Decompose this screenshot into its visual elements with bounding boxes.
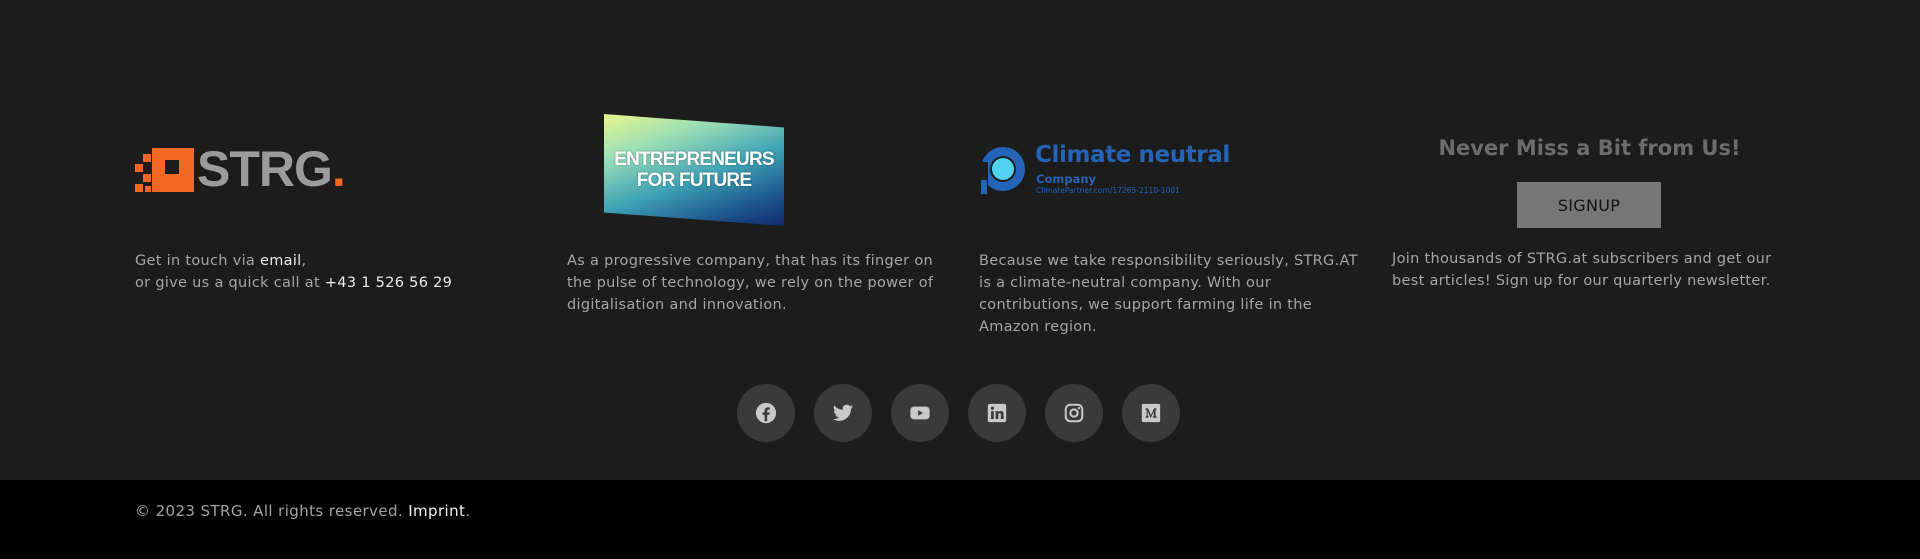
contact-line1-prefix: Get in touch via xyxy=(135,253,261,269)
facebook-icon xyxy=(755,402,777,424)
instagram-icon xyxy=(1064,403,1084,423)
imprint-link[interactable]: Imprint xyxy=(408,502,465,520)
climate-neutral-icon xyxy=(978,147,1025,196)
phone-link[interactable]: +43 1 526 56 29 xyxy=(325,275,452,291)
medium-link[interactable] xyxy=(1122,384,1180,442)
copyright-label: © 2023 STRG. All rights reserved. xyxy=(135,502,409,520)
youtube-link[interactable] xyxy=(891,384,949,442)
climate-neutral-url: ClimatePartner.com/17265-2110-1001 xyxy=(1036,186,1180,195)
youtube-icon xyxy=(910,406,930,420)
copyright-suffix: . xyxy=(465,502,471,520)
social-links xyxy=(737,384,1180,442)
e4f-line1: ENTREPRENEURS xyxy=(614,149,774,170)
facebook-link[interactable] xyxy=(737,384,795,442)
medium-icon xyxy=(1141,403,1161,423)
copyright-text: © 2023 STRG. All rights reserved. Imprin… xyxy=(135,502,470,520)
e4f-text: As a progressive company, that has its f… xyxy=(567,253,934,313)
logo-text: STRG xyxy=(197,141,333,197)
twitter-link[interactable] xyxy=(814,384,872,442)
footer-bottom: © 2023 STRG. All rights reserved. Imprin… xyxy=(0,480,1920,559)
contact-line2-prefix: or give us a quick call at xyxy=(135,275,325,291)
climate-neutral-title: Climate neutral xyxy=(1035,142,1230,168)
climate-text: Because we take responsibility seriously… xyxy=(979,253,1358,335)
e4f-line2: FOR FUTURE xyxy=(636,170,752,191)
climate-neutral-subtitle: Company xyxy=(1036,172,1096,186)
instagram-link[interactable] xyxy=(1045,384,1103,442)
signup-button[interactable]: SIGNUP xyxy=(1517,182,1661,228)
newsletter-text: Join thousands of STRG.at subscribers an… xyxy=(1392,251,1772,289)
footer-top: STRG. Get in touch via email, or give us… xyxy=(0,0,1920,480)
logo-dot: . xyxy=(331,141,346,197)
logo-wordmark: STRG. xyxy=(197,141,346,197)
newsletter-title: Never Miss a Bit from Us! xyxy=(1438,136,1741,160)
linkedin-icon xyxy=(987,403,1007,423)
entrepreneurs-for-future-badge[interactable]: ENTREPRENEURS FOR FUTURE xyxy=(604,114,784,226)
climate-neutral-badge[interactable]: Climate neutral Company ClimatePartner.c… xyxy=(978,142,1238,200)
linkedin-link[interactable] xyxy=(968,384,1026,442)
contact-line1-suffix: , xyxy=(301,253,307,269)
contact-text: Get in touch via email, or give us a qui… xyxy=(135,250,515,294)
email-link[interactable]: email xyxy=(260,253,302,269)
pixel-mark-icon xyxy=(135,148,194,192)
twitter-icon xyxy=(832,404,854,421)
strg-logo[interactable]: STRG. xyxy=(135,141,346,197)
